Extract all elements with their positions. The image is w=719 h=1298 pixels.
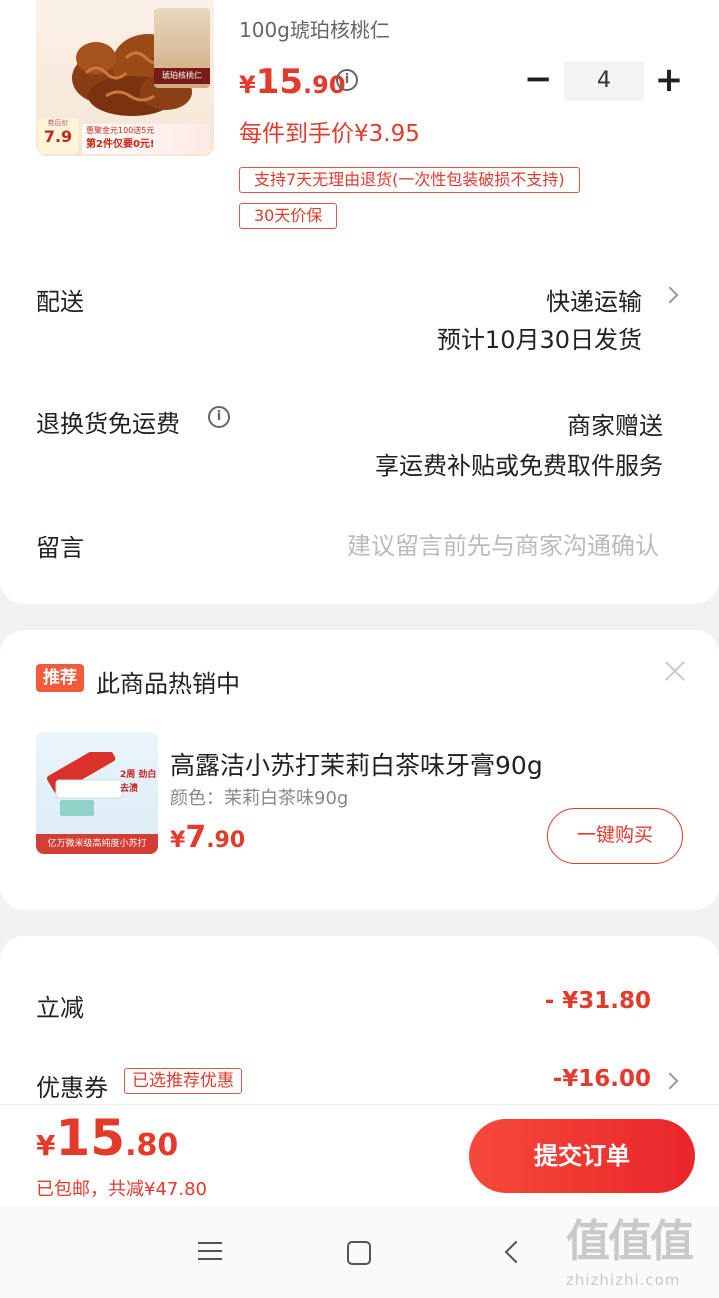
recommend-product-variant: 颜色：茉莉白茶味90g [170, 788, 349, 809]
return-shipping-label: 退换货免运费 [36, 410, 180, 438]
return-shipping-desc: 享运费补贴或免费取件服务 [375, 452, 663, 480]
coupon-chevron-icon[interactable] [661, 1072, 679, 1090]
product-package: 琥珀核桃仁 [154, 8, 210, 88]
delivery-eta: 预计10月30日发货 [436, 326, 642, 354]
return-shipping-value: 商家赠送 [567, 412, 663, 440]
total-currency: ¥ [36, 1129, 56, 1162]
home-icon[interactable] [347, 1241, 371, 1265]
image-promo-badge: 惠聚金元100送5元 第2件仅要0元! [82, 124, 210, 154]
return-shipping-info-icon[interactable]: i [208, 406, 230, 428]
recommend-card: 推荐 此商品热销中 2周 劲白去渍 亿万微米级高纯度小苏打 高露洁小苏打茉莉白茶… [0, 630, 719, 910]
recommend-product-price: ¥7.90 [170, 820, 245, 855]
return-policy-tag: 支持7天无理由退货(一次性包装破损不支持) [239, 167, 580, 193]
menu-icon[interactable] [198, 1242, 222, 1260]
quantity-decrease-button[interactable]: − [524, 62, 553, 98]
recommend-price-decimal: .90 [206, 828, 246, 853]
price-protect-tag: 30天价保 [239, 203, 338, 229]
delivery-label: 配送 [36, 288, 84, 316]
submit-order-button[interactable]: 提交订单 [469, 1119, 695, 1193]
one-click-buy-button[interactable]: 一键购买 [547, 808, 683, 864]
watermark-url: zhizhizhi.com [566, 1271, 681, 1289]
back-icon[interactable] [504, 1240, 528, 1264]
unit-price: 每件到手价¥3.95 [239, 121, 420, 147]
delivery-method[interactable]: 快递运输 [546, 282, 642, 317]
price-info-icon[interactable]: i [336, 69, 358, 91]
message-label: 留言 [36, 534, 84, 562]
image-price-tag-value: 7.9 [43, 127, 73, 146]
message-input[interactable]: 建议留言前先与商家沟通确认 [347, 526, 659, 561]
product-image[interactable]: 琥珀核桃仁 券后价 7.9 惠聚金元100送5元 第2件仅要0元! [36, 0, 214, 156]
toothpaste-illustration [46, 752, 123, 816]
total-decimal: .80 [125, 1128, 179, 1163]
recommend-product-image[interactable]: 2周 劲白去渍 亿万微米级高纯度小苏打 [36, 732, 158, 854]
quantity-field[interactable]: 4 [564, 61, 644, 101]
checkout-bar: ¥15.80 已包邮，共减¥47.80 提交订单 [0, 1104, 719, 1206]
recommend-title: 此商品热销中 [96, 670, 240, 698]
watermark-logo: 值值值 zhizhizhi.com [566, 1214, 716, 1298]
package-label: 琥珀核桃仁 [154, 68, 210, 84]
recommend-image-bubble: 2周 劲白去渍 [120, 770, 157, 794]
product-spec: 100g琥珀核桃仁 [239, 18, 390, 42]
recommend-product-name[interactable]: 高露洁小苏打茉莉白茶味牙膏90g [170, 746, 543, 782]
image-promo-line2: 第2件仅要0元! [86, 139, 155, 150]
quantity-increase-button[interactable]: + [654, 62, 684, 98]
instant-discount-value: - ¥31.80 [544, 988, 651, 1014]
total-note: 已包邮，共减¥47.80 [36, 1179, 207, 1200]
coupon-selected-tag[interactable]: 已选推荐优惠 [124, 1068, 242, 1094]
recommend-image-caption: 亿万微米级高纯度小苏打 [36, 834, 158, 854]
instant-discount-label: 立减 [36, 994, 84, 1022]
delivery-chevron-icon[interactable] [661, 286, 679, 304]
image-price-tag: 券后价 7.9 [38, 118, 78, 154]
recommend-price-integer: 7 [185, 820, 207, 855]
total-price: ¥15.80 [36, 1109, 178, 1167]
order-card: 琥珀核桃仁 券后价 7.9 惠聚金元100送5元 第2件仅要0元! 100g琥珀… [0, 0, 719, 604]
price-currency: ¥ [239, 71, 256, 99]
image-promo-line1: 惠聚金元100送5元 [86, 126, 155, 135]
watermark-big: 值值值 [566, 1216, 694, 1267]
close-icon[interactable] [664, 660, 686, 682]
total-integer: 15 [55, 1109, 126, 1167]
recommend-price-currency: ¥ [170, 828, 186, 853]
product-price: ¥15.90 [239, 62, 346, 102]
coupon-label: 优惠券 [36, 1074, 108, 1102]
price-integer: 15 [255, 62, 304, 102]
coupon-value[interactable]: -¥16.00 [553, 1066, 651, 1092]
recommend-badge: 推荐 [36, 664, 84, 692]
